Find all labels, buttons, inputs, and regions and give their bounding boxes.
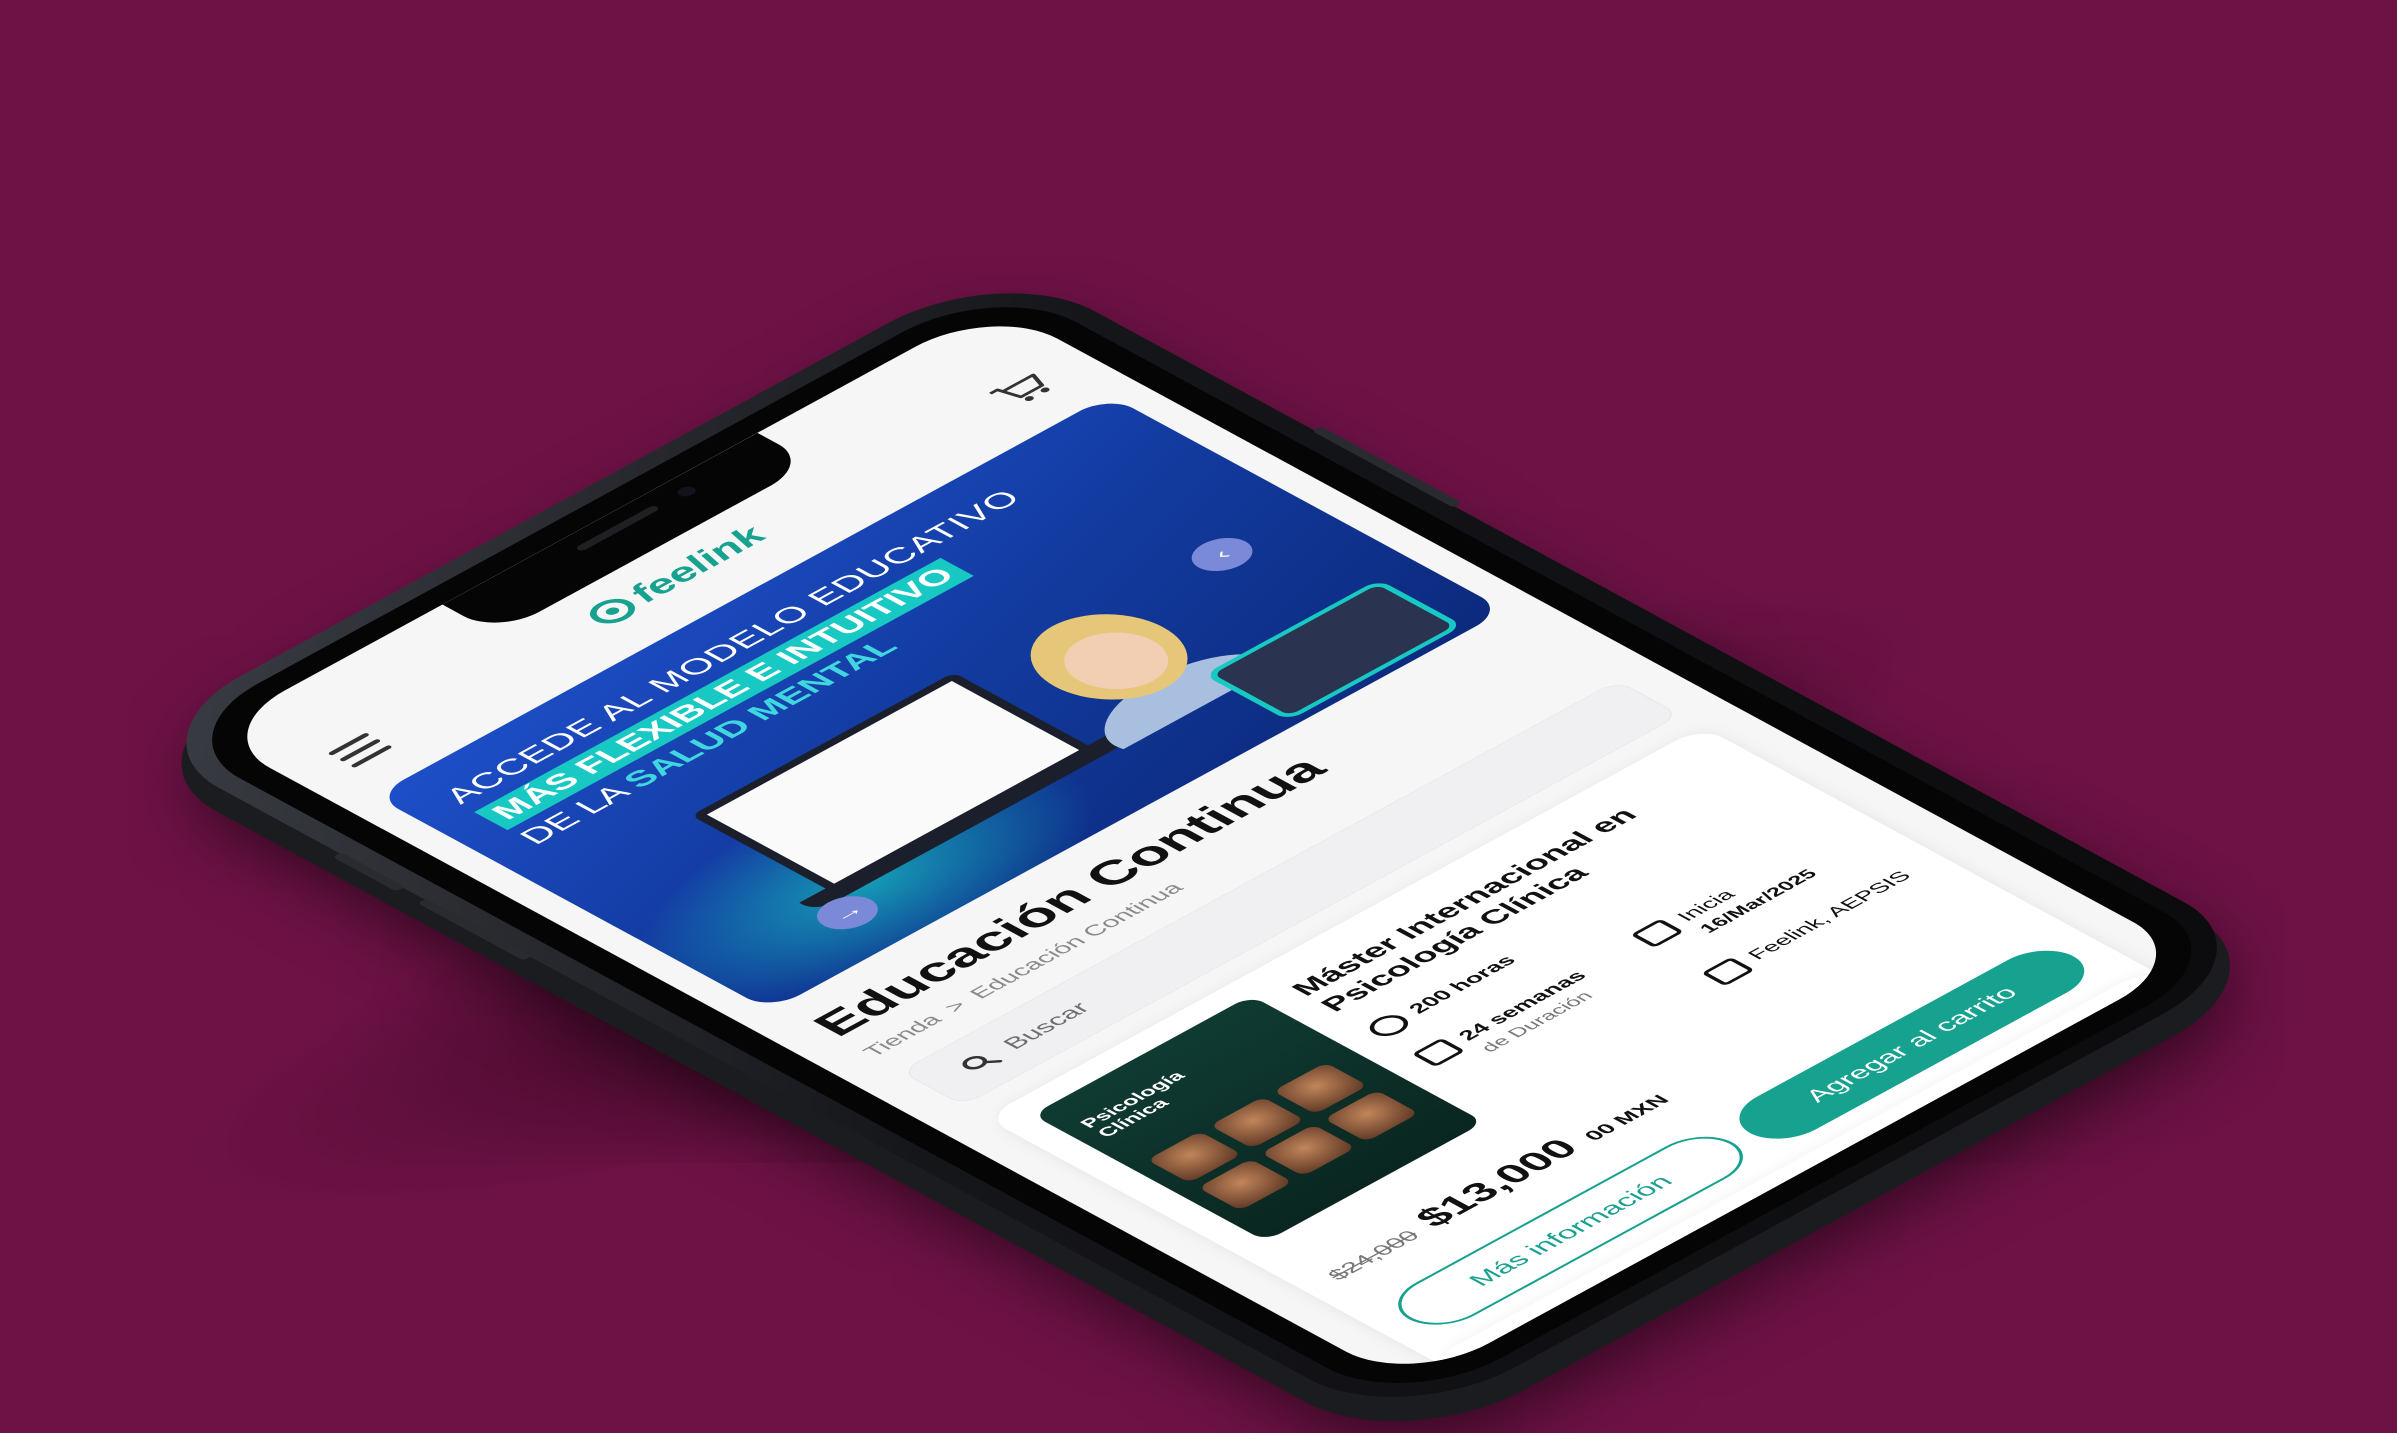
logo-mark-icon	[580, 593, 645, 629]
menu-icon[interactable]	[327, 732, 393, 769]
cart-icon[interactable]	[986, 370, 1059, 410]
banner-prev-icon[interactable]: ‹	[1179, 531, 1265, 578]
search-icon	[962, 1055, 1003, 1070]
thumbnail-tag: Psicología Clínica	[1075, 1068, 1190, 1140]
calendar-icon	[1630, 918, 1685, 948]
search-placeholder: Buscar	[997, 998, 1096, 1053]
camera	[673, 484, 700, 499]
price-old: $24,000	[1321, 1226, 1426, 1284]
calendar-grid-icon	[1411, 1037, 1466, 1068]
certificate-icon	[1701, 957, 1755, 987]
clock-icon	[1362, 1010, 1416, 1041]
breadcrumb-separator: >	[938, 996, 973, 1016]
price-currency: 00 MXN	[1579, 1092, 1675, 1144]
